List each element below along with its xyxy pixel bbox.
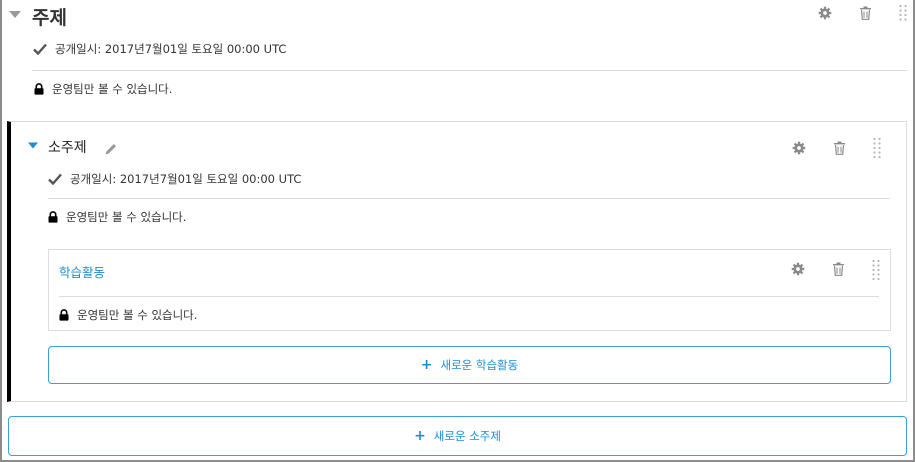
section-expand-toggle[interactable] [8, 9, 22, 19]
section-divider [32, 70, 907, 71]
caret-down-icon [28, 142, 38, 149]
trash-icon [833, 141, 845, 155]
unit-drag-handle[interactable] [872, 259, 880, 281]
new-subsection-button-label: 새로운 소주제 [433, 429, 501, 443]
drag-handle-icon [872, 259, 880, 281]
trash-icon [832, 262, 844, 276]
subsection-visibility-status: 운영팀만 볼 수 있습니다. [48, 209, 186, 225]
caret-down-icon [9, 11, 21, 18]
trash-icon [859, 6, 871, 20]
lock-icon [48, 211, 58, 223]
unit-visibility-status: 운영팀만 볼 수 있습니다. [59, 307, 197, 323]
section-title[interactable]: 주제 [32, 3, 67, 30]
new-unit-button[interactable]: + 새로운 학습활동 [48, 346, 891, 384]
subsection-settings-button[interactable] [790, 139, 808, 157]
section-delete-button[interactable] [856, 4, 874, 22]
unit-divider [59, 296, 879, 297]
subsection-release-status: 공개일시: 2017년7월01일 토요일 00:00 UTC [48, 171, 301, 187]
subsection-expand-toggle[interactable] [27, 141, 39, 150]
new-subsection-button[interactable]: + 새로운 소주제 [8, 416, 907, 456]
subsection-edit-title-button[interactable] [102, 140, 120, 158]
gear-icon [818, 6, 832, 20]
drag-handle-icon [873, 137, 881, 159]
subsection-delete-button[interactable] [830, 139, 848, 157]
unit-settings-button[interactable] [789, 260, 807, 278]
subsection-drag-handle[interactable] [873, 137, 881, 159]
subsection-title[interactable]: 소주제 [48, 137, 87, 157]
section-drag-handle[interactable] [899, 4, 907, 24]
lock-icon [34, 83, 44, 95]
unit-delete-button[interactable] [829, 260, 847, 278]
check-icon [48, 173, 62, 185]
unit-title-link[interactable]: 학습활동 [59, 262, 105, 281]
check-icon [33, 43, 47, 55]
pencil-icon [105, 144, 116, 155]
section-release-text: 공개일시: 2017년7월01일 토요일 00:00 UTC [55, 42, 287, 56]
plus-icon: + [420, 357, 433, 373]
lock-icon [59, 309, 69, 321]
section-visibility-status: 운영팀만 볼 수 있습니다. [34, 81, 172, 97]
subsection-release-text: 공개일시: 2017년7월01일 토요일 00:00 UTC [70, 172, 302, 186]
section-settings-button[interactable] [816, 4, 834, 22]
drag-handle-icon [899, 4, 907, 21]
plus-icon: + [414, 428, 426, 444]
subsection-divider [48, 198, 890, 199]
gear-icon [791, 262, 805, 276]
unit-visibility-text: 운영팀만 볼 수 있습니다. [77, 308, 198, 322]
new-unit-button-label: 새로운 학습활동 [440, 358, 519, 372]
gear-icon [792, 141, 806, 155]
section-visibility-text: 운영팀만 볼 수 있습니다. [52, 82, 173, 96]
section-release-status: 공개일시: 2017년7월01일 토요일 00:00 UTC [33, 41, 286, 57]
subsection-visibility-text: 운영팀만 볼 수 있습니다. [66, 210, 187, 224]
